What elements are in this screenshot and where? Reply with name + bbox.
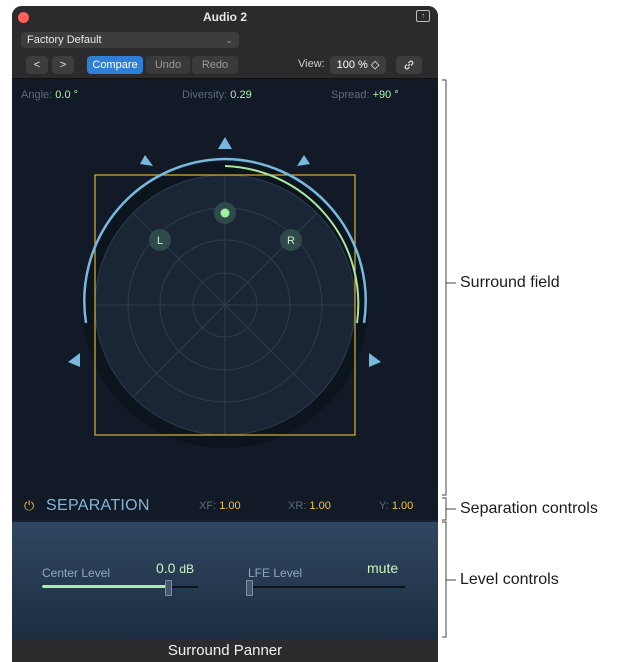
level-controls-callout: Level controls [460,571,559,588]
surround-field-callout: Surround field [460,274,560,291]
separation-controls-bracket [442,497,447,521]
surround-field-bracket [442,79,447,496]
separation-controls-callout: Separation controls [460,500,598,517]
callout-brackets [442,79,456,638]
level-controls-bracket [442,521,447,638]
